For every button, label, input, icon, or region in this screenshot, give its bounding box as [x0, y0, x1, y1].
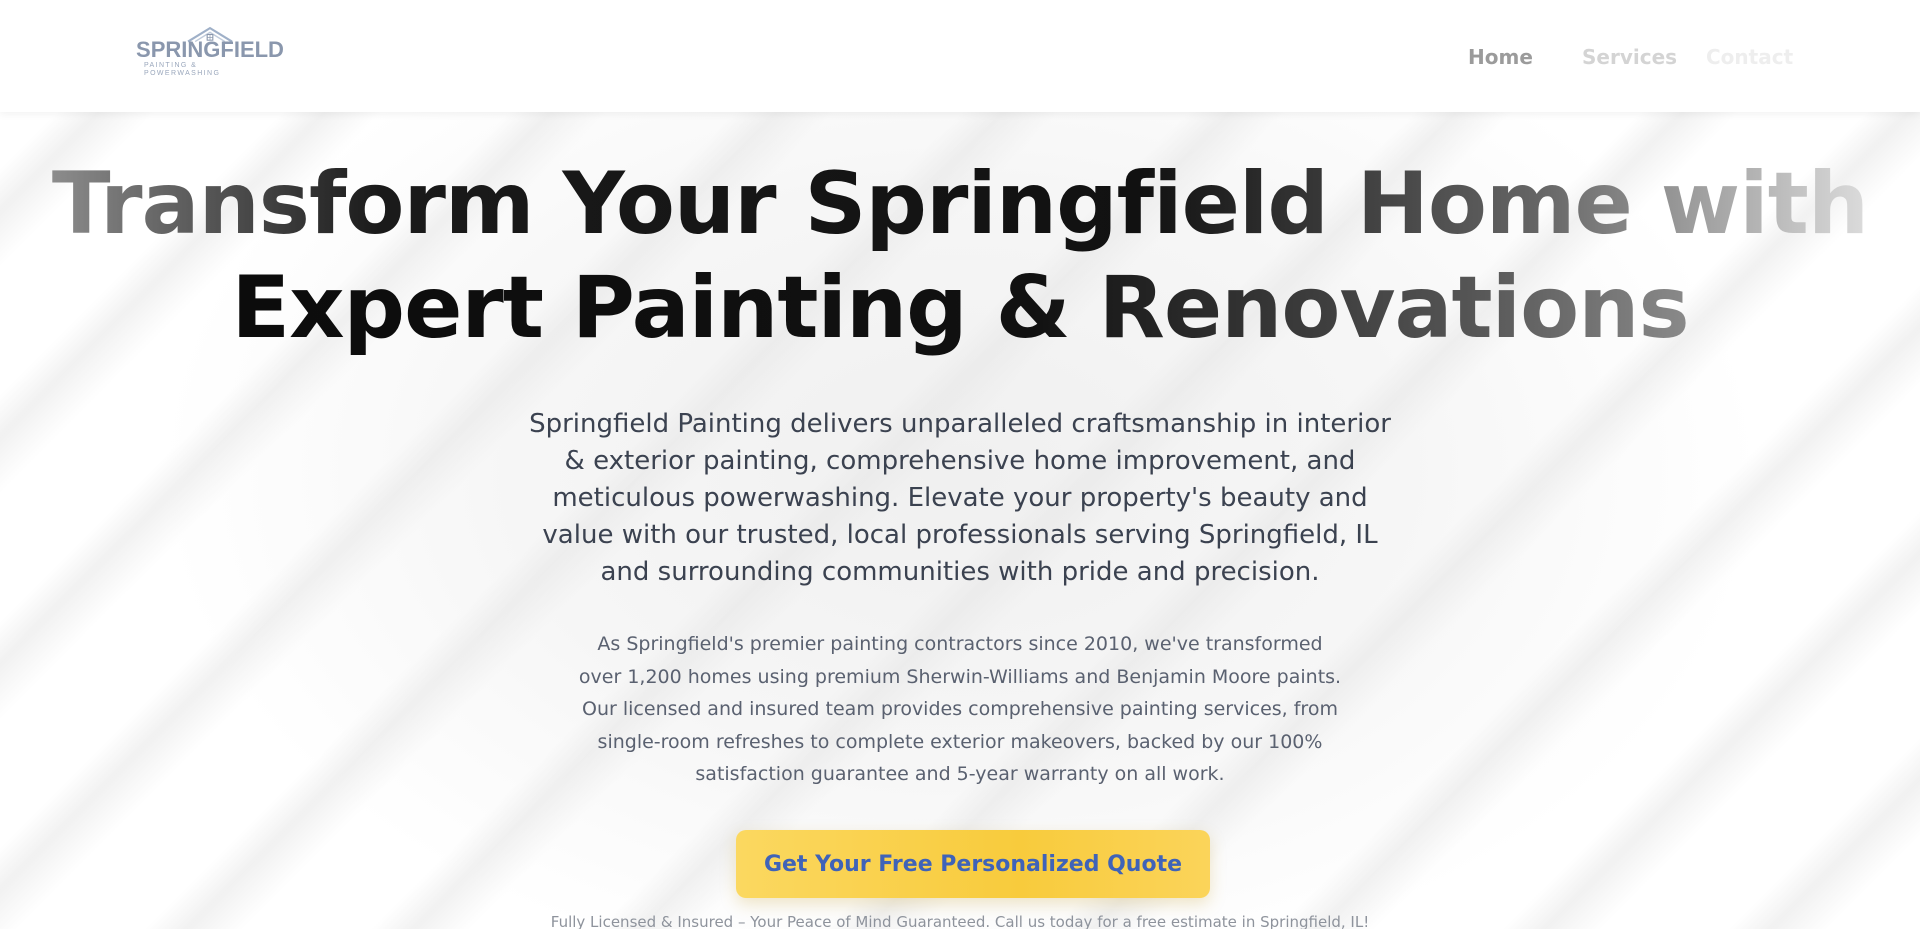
- hero-heading-line-1: Transform Your Springfield Home with: [51, 154, 1869, 254]
- brand-tagline: PAINTING & POWERWASHING: [144, 62, 221, 77]
- hero-body-paragraph: As Springfield's premier painting contra…: [578, 633, 1342, 785]
- hero-heading-line-2: Expert Painting & Renovations: [231, 258, 1689, 358]
- site-header: SPRINGFIELD PAINTING & POWERWASHING Home…: [0, 0, 1920, 112]
- brand-logo[interactable]: SPRINGFIELD PAINTING & POWERWASHING: [136, 26, 284, 78]
- nav-link-contact[interactable]: Contact: [1706, 42, 1793, 72]
- hero-section: Transform Your Springfield Home with Exp…: [0, 112, 1920, 929]
- free-quote-button[interactable]: Get Your Free Personalized Quote: [736, 830, 1210, 898]
- hero-lead-paragraph: Springfield Painting delivers unparallel…: [529, 409, 1391, 587]
- nav-link-home[interactable]: Home: [1468, 42, 1533, 72]
- nav-link-services[interactable]: Services: [1582, 42, 1677, 72]
- trust-note: Fully Licensed & Insured – Your Peace of…: [550, 913, 1370, 929]
- hero-heading: Transform Your Springfield Home with Exp…: [0, 152, 1920, 360]
- brand-name: SPRINGFIELD: [136, 37, 284, 62]
